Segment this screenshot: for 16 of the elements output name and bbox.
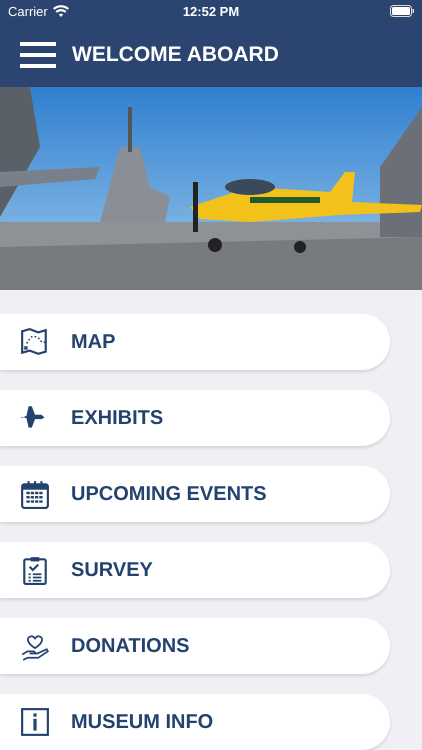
menu-icon[interactable] <box>20 42 56 68</box>
carrier-label: Carrier <box>8 4 48 18</box>
clipboard-icon <box>20 555 50 585</box>
menu-item[interactable]: MAP <box>0 314 390 370</box>
menu-item[interactable]: UPCOMING EVENTS <box>0 466 390 522</box>
calendar-icon <box>20 479 50 509</box>
wifi-icon <box>52 5 69 17</box>
menu-item[interactable]: SURVEY <box>0 542 390 598</box>
battery-icon <box>390 5 414 17</box>
menu-item[interactable]: DONATIONS <box>0 618 390 674</box>
status-time: 12:52 PM <box>182 4 240 18</box>
menu-item[interactable]: MUSEUM INFO <box>0 694 390 750</box>
info-icon <box>20 707 50 737</box>
map-icon <box>20 327 50 357</box>
header-title: WELCOME ABOARD <box>72 42 279 66</box>
menu-item[interactable]: EXHIBITS <box>0 390 390 446</box>
